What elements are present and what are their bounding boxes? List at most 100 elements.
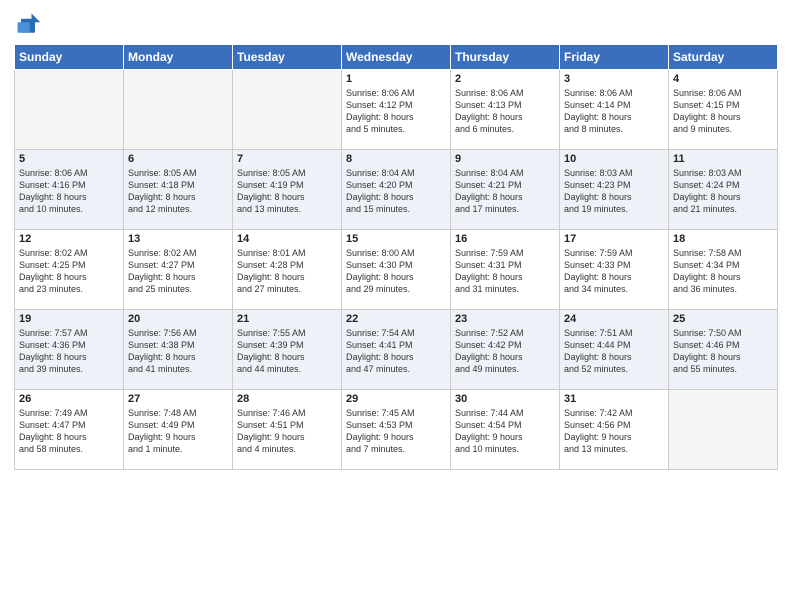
day-number: 31 [564, 393, 664, 405]
day-number: 17 [564, 233, 664, 245]
calendar-day-cell: 19Sunrise: 7:57 AM Sunset: 4:36 PM Dayli… [15, 310, 124, 390]
calendar-day-cell: 18 Sunrise: 7:58 AM Sunset: 4:34 PM Dayli… [669, 230, 778, 310]
calendar-day-cell: 17 Sunrise: 7:59 AM Sunset: 4:33 PM Dayli… [560, 230, 669, 310]
day-number: 1 [346, 73, 446, 85]
day-info: Sunrise: 7:50 AM Sunset: 4:46 PM Dayligh… [673, 327, 773, 376]
day-number: 9 [455, 153, 555, 165]
calendar-day-cell: 1 Sunrise: 8:06 AM Sunset: 4:12 PM Daylig… [342, 70, 451, 150]
calendar-day-cell: 16 Sunrise: 7:59 AM Sunset: 4:31 PM Dayli… [451, 230, 560, 310]
day-info: Sunrise: 7:49 AM Sunset: 4:47 PM Dayligh… [19, 407, 119, 456]
day-header-sunday: Sunday [15, 45, 124, 70]
day-info: Sunrise: 8:02 AM Sunset: 4:25 PM Dayligh… [19, 247, 119, 296]
day-number: 20 [128, 313, 228, 325]
day-number: 21 [237, 313, 337, 325]
day-number: 24 [564, 313, 664, 325]
day-number: 25 [673, 313, 773, 325]
day-info: Sunrise: 8:05 AM Sunset: 4:18 PM Dayligh… [128, 167, 228, 216]
day-number: 16 [455, 233, 555, 245]
day-info: Sunrise: 8:06 AM Sunset: 4:14 PM Dayligh… [564, 87, 664, 136]
day-info: Sunrise: 8:00 AM Sunset: 4:30 PM Dayligh… [346, 247, 446, 296]
day-number: 14 [237, 233, 337, 245]
day-number: 11 [673, 153, 773, 165]
day-number: 18 [673, 233, 773, 245]
calendar-day-cell: 6 Sunrise: 8:05 AM Sunset: 4:18 PM Daylig… [124, 150, 233, 230]
day-info: Sunrise: 8:06 AM Sunset: 4:12 PM Dayligh… [346, 87, 446, 136]
calendar-table: SundayMondayTuesdayWednesdayThursdayFrid… [14, 44, 778, 470]
day-number: 28 [237, 393, 337, 405]
calendar-header-row: SundayMondayTuesdayWednesdayThursdayFrid… [15, 45, 778, 70]
day-number: 10 [564, 153, 664, 165]
calendar-day-cell: 4 Sunrise: 8:06 AM Sunset: 4:15 PM Daylig… [669, 70, 778, 150]
day-info: Sunrise: 7:58 AM Sunset: 4:34 PM Dayligh… [673, 247, 773, 296]
day-number: 22 [346, 313, 446, 325]
day-info: Sunrise: 7:59 AM Sunset: 4:33 PM Dayligh… [564, 247, 664, 296]
calendar-week-row: 12Sunrise: 8:02 AM Sunset: 4:25 PM Dayli… [15, 230, 778, 310]
logo [14, 10, 46, 38]
day-info: Sunrise: 7:51 AM Sunset: 4:44 PM Dayligh… [564, 327, 664, 376]
day-info: Sunrise: 7:44 AM Sunset: 4:54 PM Dayligh… [455, 407, 555, 456]
day-number: 23 [455, 313, 555, 325]
calendar-day-cell: 5 Sunrise: 8:06 AM Sunset: 4:16 PM Daylig… [15, 150, 124, 230]
day-info: Sunrise: 8:03 AM Sunset: 4:23 PM Dayligh… [564, 167, 664, 216]
day-header-monday: Monday [124, 45, 233, 70]
day-info: Sunrise: 8:02 AM Sunset: 4:27 PM Dayligh… [128, 247, 228, 296]
calendar-day-cell: 9 Sunrise: 8:04 AM Sunset: 4:21 PM Daylig… [451, 150, 560, 230]
calendar-week-row: 19Sunrise: 7:57 AM Sunset: 4:36 PM Dayli… [15, 310, 778, 390]
calendar-day-cell: 2Sunrise: 8:06 AM Sunset: 4:13 PM Daylig… [451, 70, 560, 150]
calendar-day-cell: 29Sunrise: 7:45 AM Sunset: 4:53 PM Dayli… [342, 390, 451, 470]
header [14, 10, 778, 38]
calendar-day-cell: 22 Sunrise: 7:54 AM Sunset: 4:41 PM Dayli… [342, 310, 451, 390]
calendar-day-cell: 28 Sunrise: 7:46 AM Sunset: 4:51 PM Dayli… [233, 390, 342, 470]
day-number: 3 [564, 73, 664, 85]
day-number: 2 [455, 73, 555, 85]
calendar-week-row: 5 Sunrise: 8:06 AM Sunset: 4:16 PM Daylig… [15, 150, 778, 230]
day-header-wednesday: Wednesday [342, 45, 451, 70]
day-header-thursday: Thursday [451, 45, 560, 70]
calendar-day-cell: 14 Sunrise: 8:01 AM Sunset: 4:28 PM Dayli… [233, 230, 342, 310]
day-info: Sunrise: 7:56 AM Sunset: 4:38 PM Dayligh… [128, 327, 228, 376]
day-info: Sunrise: 8:03 AM Sunset: 4:24 PM Dayligh… [673, 167, 773, 216]
calendar-day-cell: 26 Sunrise: 7:49 AM Sunset: 4:47 PM Dayli… [15, 390, 124, 470]
day-number: 30 [455, 393, 555, 405]
calendar-week-row: 26 Sunrise: 7:49 AM Sunset: 4:47 PM Dayli… [15, 390, 778, 470]
day-number: 5 [19, 153, 119, 165]
calendar-day-cell: 25 Sunrise: 7:50 AM Sunset: 4:46 PM Dayli… [669, 310, 778, 390]
day-info: Sunrise: 7:54 AM Sunset: 4:41 PM Dayligh… [346, 327, 446, 376]
day-info: Sunrise: 7:42 AM Sunset: 4:56 PM Dayligh… [564, 407, 664, 456]
day-number: 13 [128, 233, 228, 245]
calendar-day-cell: 20 Sunrise: 7:56 AM Sunset: 4:38 PM Dayli… [124, 310, 233, 390]
day-number: 6 [128, 153, 228, 165]
page: SundayMondayTuesdayWednesdayThursdayFrid… [0, 0, 792, 612]
day-number: 4 [673, 73, 773, 85]
day-header-saturday: Saturday [669, 45, 778, 70]
calendar-day-cell [669, 390, 778, 470]
day-info: Sunrise: 7:59 AM Sunset: 4:31 PM Dayligh… [455, 247, 555, 296]
day-number: 26 [19, 393, 119, 405]
calendar-day-cell [233, 70, 342, 150]
logo-icon [14, 10, 42, 38]
day-info: Sunrise: 7:45 AM Sunset: 4:53 PM Dayligh… [346, 407, 446, 456]
day-header-friday: Friday [560, 45, 669, 70]
calendar-day-cell: 3 Sunrise: 8:06 AM Sunset: 4:14 PM Daylig… [560, 70, 669, 150]
day-info: Sunrise: 7:46 AM Sunset: 4:51 PM Dayligh… [237, 407, 337, 456]
calendar-day-cell: 24 Sunrise: 7:51 AM Sunset: 4:44 PM Dayli… [560, 310, 669, 390]
day-header-tuesday: Tuesday [233, 45, 342, 70]
day-number: 7 [237, 153, 337, 165]
calendar-day-cell: 10 Sunrise: 8:03 AM Sunset: 4:23 PM Dayli… [560, 150, 669, 230]
calendar-day-cell: 31 Sunrise: 7:42 AM Sunset: 4:56 PM Dayli… [560, 390, 669, 470]
day-info: Sunrise: 8:06 AM Sunset: 4:15 PM Dayligh… [673, 87, 773, 136]
day-number: 15 [346, 233, 446, 245]
calendar-day-cell: 23 Sunrise: 7:52 AM Sunset: 4:42 PM Dayli… [451, 310, 560, 390]
day-info: Sunrise: 8:04 AM Sunset: 4:21 PM Dayligh… [455, 167, 555, 216]
calendar-week-row: 1 Sunrise: 8:06 AM Sunset: 4:12 PM Daylig… [15, 70, 778, 150]
calendar-day-cell: 13 Sunrise: 8:02 AM Sunset: 4:27 PM Dayli… [124, 230, 233, 310]
day-info: Sunrise: 8:05 AM Sunset: 4:19 PM Dayligh… [237, 167, 337, 216]
calendar-day-cell: 27Sunrise: 7:48 AM Sunset: 4:49 PM Dayli… [124, 390, 233, 470]
calendar-day-cell: 21Sunrise: 7:55 AM Sunset: 4:39 PM Dayli… [233, 310, 342, 390]
calendar-day-cell: 7 Sunrise: 8:05 AM Sunset: 4:19 PM Daylig… [233, 150, 342, 230]
day-info: Sunrise: 7:52 AM Sunset: 4:42 PM Dayligh… [455, 327, 555, 376]
day-info: Sunrise: 8:01 AM Sunset: 4:28 PM Dayligh… [237, 247, 337, 296]
calendar-day-cell: 15 Sunrise: 8:00 AM Sunset: 4:30 PM Dayli… [342, 230, 451, 310]
day-info: Sunrise: 8:04 AM Sunset: 4:20 PM Dayligh… [346, 167, 446, 216]
day-info: Sunrise: 8:06 AM Sunset: 4:16 PM Dayligh… [19, 167, 119, 216]
